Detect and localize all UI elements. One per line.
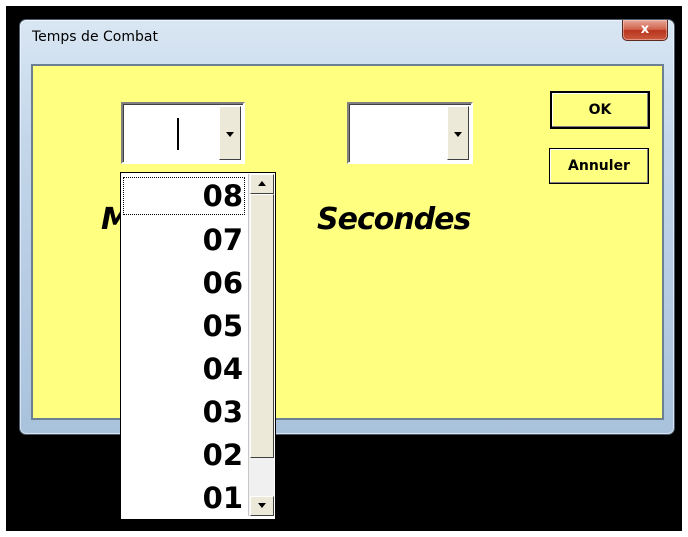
scroll-down-button[interactable] [250,496,274,516]
ok-button[interactable]: OK [551,92,649,128]
list-item[interactable]: 01 [121,477,247,519]
chevron-down-icon [226,132,234,137]
chevron-down-icon [454,132,462,137]
seconds-combobox[interactable] [347,102,473,164]
minutes-combobox[interactable] [121,102,245,164]
text-caret [177,118,179,150]
list-item[interactable]: 04 [121,348,247,390]
scroll-up-button[interactable] [250,174,274,194]
dropdown-scrollbar[interactable] [248,174,274,516]
scroll-up-icon [258,181,266,186]
dialog-window: Temps de Combat x M Secondes OK Annuler [19,19,675,435]
cancel-button[interactable]: Annuler [549,148,649,184]
scroll-down-icon [258,503,266,508]
scrollbar-thumb[interactable] [250,194,274,458]
close-icon: x [640,22,650,37]
list-item[interactable]: 03 [121,391,247,433]
minutes-dropdown-button[interactable] [219,106,241,160]
minutes-dropdown-list[interactable]: 08 07 06 05 04 03 02 01 [120,172,276,520]
list-item[interactable]: 02 [121,434,247,476]
seconds-dropdown-button[interactable] [447,106,469,160]
list-item[interactable]: 05 [121,305,247,347]
list-item[interactable]: 08 [121,175,247,217]
window-title: Temps de Combat [32,29,158,45]
list-item[interactable]: 07 [121,219,247,261]
seconds-label: Secondes [317,202,471,237]
close-button[interactable]: x [622,20,668,41]
list-item[interactable]: 06 [121,262,247,304]
